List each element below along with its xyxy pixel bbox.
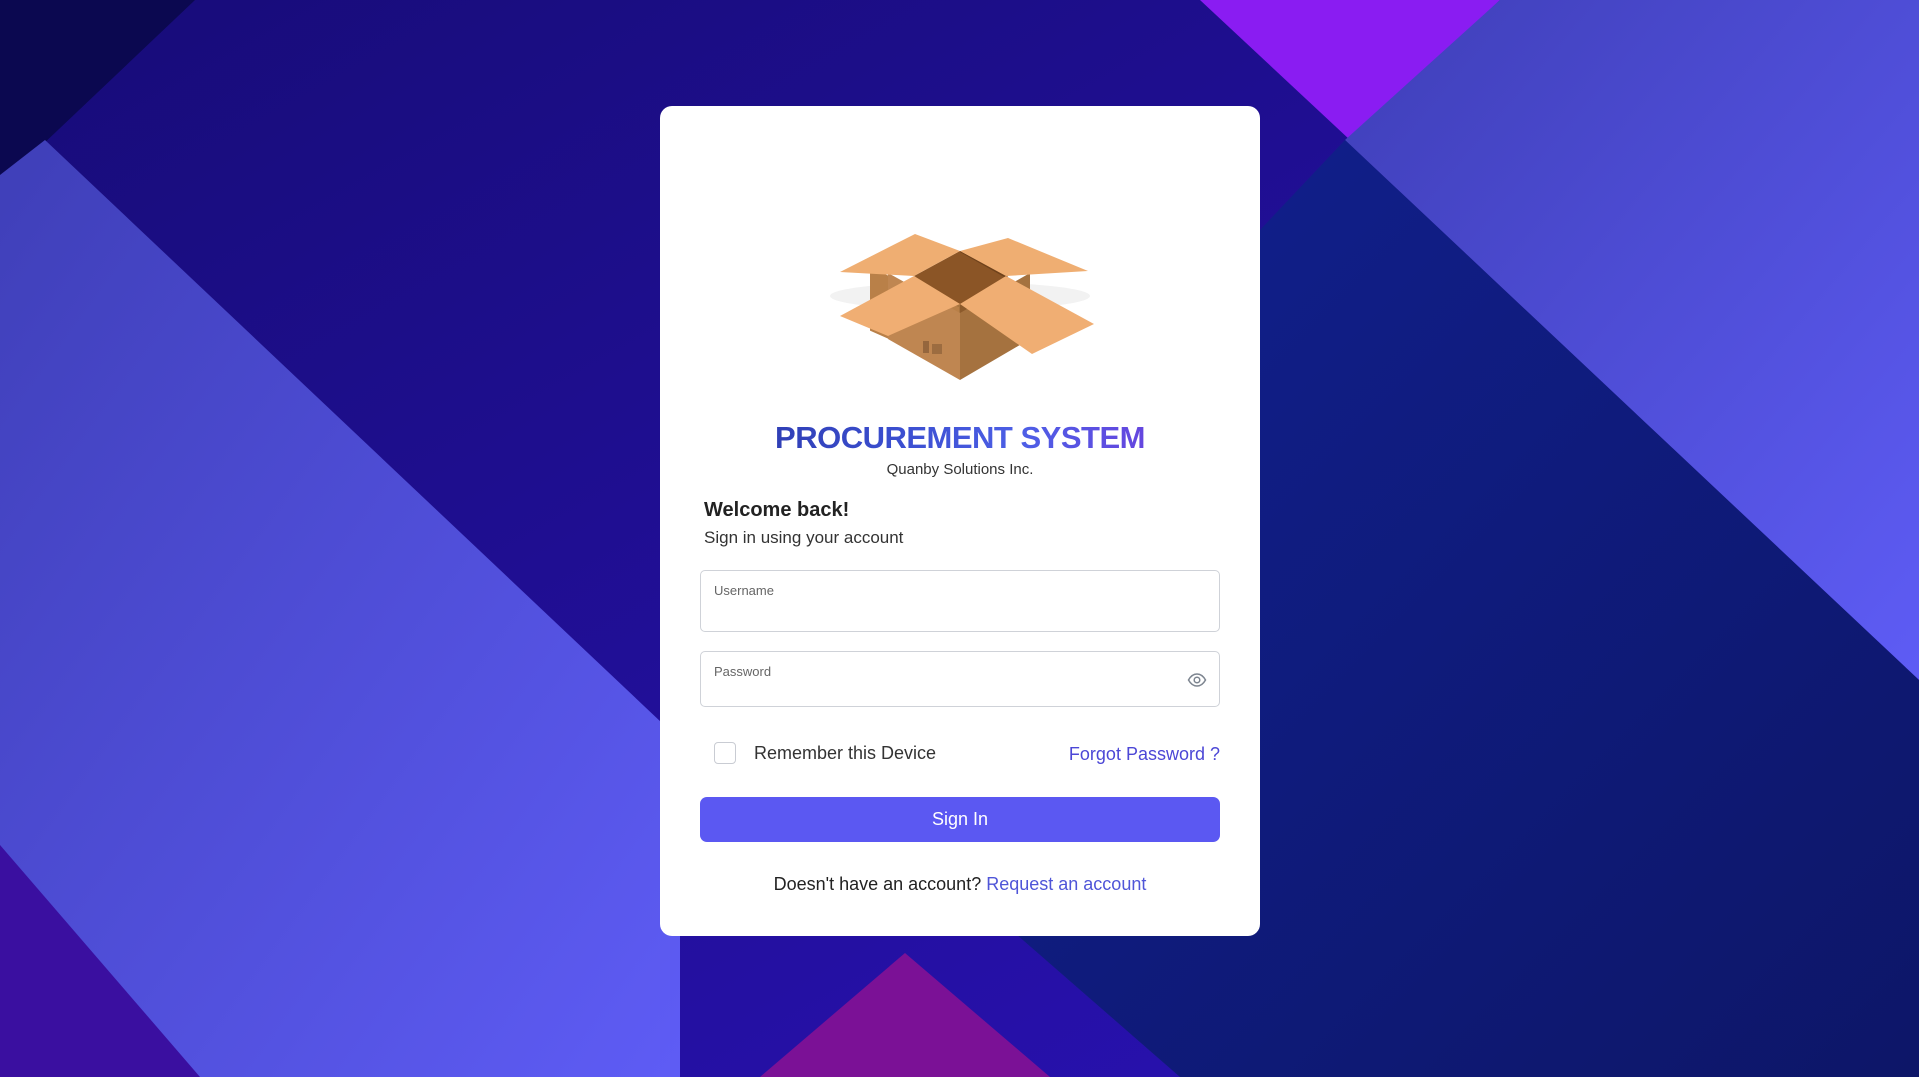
company-name: Quanby Solutions Inc.	[886, 461, 1034, 478]
username-field[interactable]: Username	[700, 570, 1220, 632]
signin-subtitle: Sign in using your account	[704, 528, 904, 547]
open-box-icon	[830, 234, 1094, 380]
sign-in-button[interactable]: Sign In	[700, 797, 1220, 842]
welcome-heading: Welcome back!	[704, 499, 850, 521]
remember-label[interactable]: Remember this Device	[754, 743, 936, 764]
no-account-text: Doesn't have an account?	[773, 874, 982, 894]
request-account-row: Doesn't have an account? Request an acco…	[660, 874, 1260, 895]
remember-row: Remember this Device Forgot Password ?	[714, 740, 1220, 766]
forgot-password-link[interactable]: Forgot Password ?	[1069, 744, 1220, 765]
eye-icon[interactable]	[1187, 670, 1207, 690]
username-label: Username	[714, 583, 774, 598]
password-label: Password	[714, 664, 772, 679]
password-field[interactable]: Password	[700, 651, 1220, 707]
request-account-link[interactable]: Request an account	[986, 874, 1146, 894]
app-title: PROCUREMENT SYSTEM	[660, 420, 1260, 456]
username-input[interactable]	[713, 603, 1179, 625]
login-card: PROCUREMENT SYSTEM Quanby Solutions Inc.…	[660, 106, 1260, 936]
remember-checkbox[interactable]	[714, 742, 736, 764]
password-input[interactable]	[713, 678, 1179, 700]
